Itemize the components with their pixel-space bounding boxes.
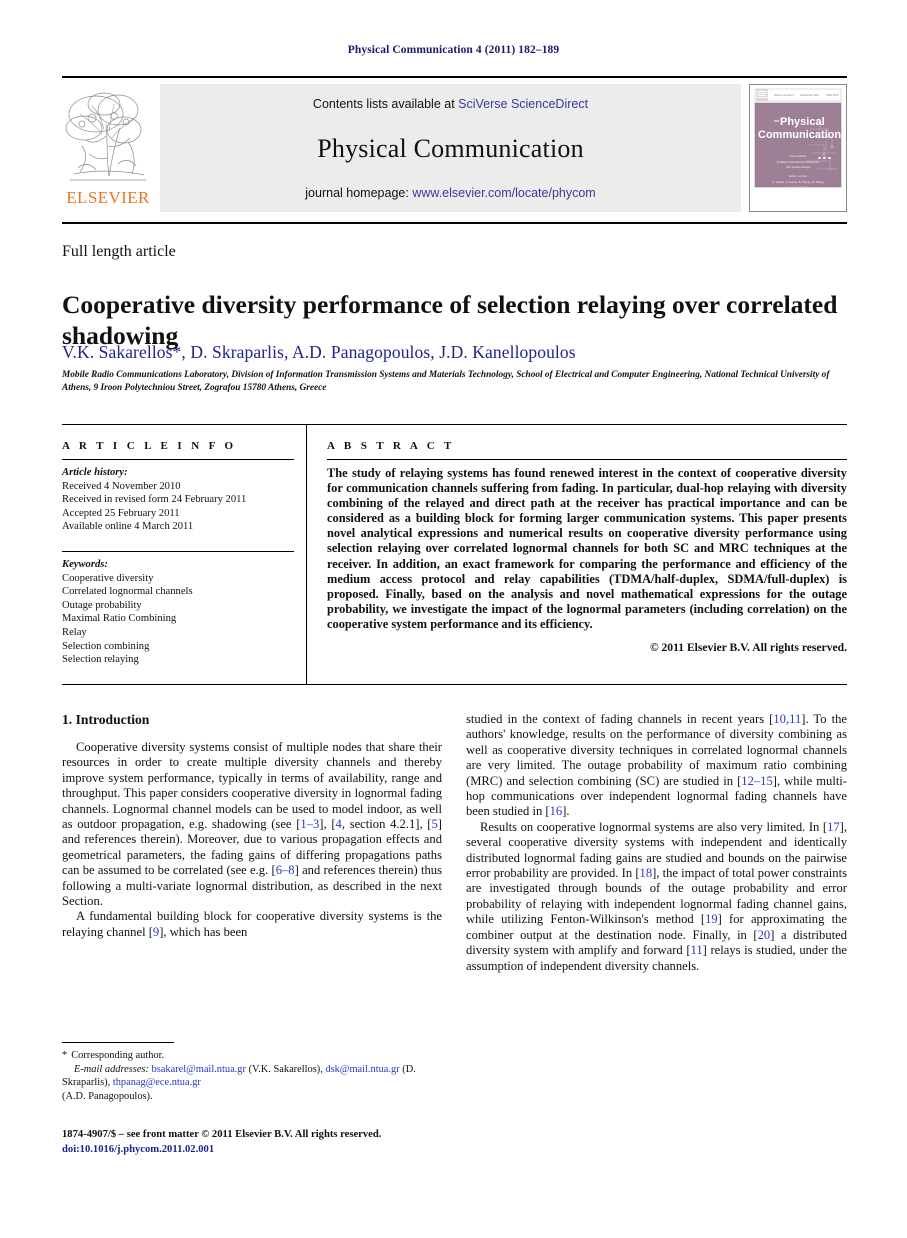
- section-title-introduction: 1. Introduction: [62, 712, 150, 727]
- info-abstract-divider: [306, 424, 307, 685]
- abstract-rule: [327, 459, 847, 460]
- paragraph-text: A fundamental building block for coopera…: [62, 909, 442, 939]
- svg-text:Physical: Physical: [780, 116, 825, 128]
- journal-homepage-link[interactable]: www.elsevier.com/locate/phycom: [412, 186, 595, 200]
- keyword-item: Correlated lognormal channels: [62, 586, 193, 598]
- elsevier-logo: ELSEVIER: [62, 84, 154, 214]
- citation-link[interactable]: 10,11: [773, 712, 801, 726]
- affiliation: Mobile Radio Communications Laboratory, …: [62, 370, 830, 393]
- citation-link[interactable]: 16: [550, 804, 563, 818]
- paragraph-text: , section 4.2.1], [: [341, 817, 432, 832]
- abstract-text: The study of relaying systems has found …: [327, 466, 847, 631]
- article-info-rule: [62, 459, 294, 460]
- keyword-item: Maximal Ratio Combining: [62, 613, 177, 625]
- keyword-item: Relay: [62, 626, 87, 638]
- svg-text:Guest Editors: Guest Editors: [790, 154, 808, 158]
- paragraph-text: ], [: [319, 817, 336, 832]
- citation-link[interactable]: 12–15: [741, 774, 772, 788]
- footnote-star: *: [62, 1050, 68, 1061]
- author-list: V.K. Sakarellos*, D. Skraparlis, A.D. Pa…: [62, 342, 576, 362]
- svg-text:Volume 4 Issue 3: Volume 4 Issue 3: [774, 93, 794, 97]
- citation-link[interactable]: 6–8: [276, 863, 295, 877]
- abstract-column: A B S T R A C T The study of relaying sy…: [327, 440, 847, 654]
- keywords-label: Keywords:: [62, 558, 108, 570]
- body-column-right: studied in the context of fading channel…: [466, 712, 847, 974]
- keyword-item: Cooperative diversity: [62, 572, 154, 584]
- paragraph: A fundamental building block for coopera…: [62, 909, 442, 940]
- email-addresses-label: E-mail addresses:: [74, 1063, 149, 1075]
- svg-text:with System Design: with System Design: [786, 165, 811, 169]
- svg-text:A. Swami, S. Kumar, B. Zheng,: A. Swami, S. Kumar, B. Zheng, W. Zhang: [772, 180, 824, 184]
- email-link[interactable]: dsk@mail.ntua.gr: [325, 1064, 399, 1075]
- contents-available-line: Contents lists available at SciVerse Sci…: [313, 97, 588, 111]
- keyword-item: Selection relaying: [62, 654, 139, 666]
- article-history-block: Article history: Received 4 November 201…: [62, 466, 294, 534]
- abstract-copyright: © 2011 Elsevier B.V. All rights reserved…: [649, 641, 847, 655]
- svg-text:Editor-in-Chief: Editor-in-Chief: [789, 174, 807, 178]
- paragraph-text: studied in the context of fading channel…: [466, 712, 774, 726]
- paragraph-text: ], which has been: [159, 924, 248, 939]
- abstract-heading: A B S T R A C T: [327, 440, 455, 452]
- masthead-bottom-rule: [62, 222, 847, 224]
- paragraph-text: Results on cooperative lognormal systems…: [480, 819, 828, 834]
- issn-copyright-line: 1874-4907/$ – see front matter © 2011 El…: [62, 1129, 382, 1140]
- keyword-item: Outage probability: [62, 599, 142, 611]
- email-owner: (V.K. Sakarellos),: [248, 1063, 323, 1075]
- corresponding-author-note: * Corresponding author. E-mail addresses:…: [62, 1049, 442, 1103]
- citation-link[interactable]: 18: [640, 866, 653, 880]
- homepage-prefix: journal homepage:: [305, 186, 413, 200]
- svg-text:Scalable Multi-Standard Hardwa: Scalable Multi-Standard Hardware: [777, 160, 820, 164]
- svg-text:Communication: Communication: [758, 129, 841, 141]
- doi-link[interactable]: doi:10.1016/j.phycom.2011.02.001: [62, 1142, 462, 1157]
- email-link[interactable]: thpanag@ece.ntua.gr: [113, 1077, 201, 1088]
- sciencedirect-link[interactable]: SciVerse ScienceDirect: [458, 97, 588, 111]
- running-head: Physical Communication 4 (2011) 182–189: [347, 44, 560, 56]
- citation-link[interactable]: 11: [691, 943, 703, 957]
- citation-link[interactable]: 17: [827, 820, 840, 834]
- svg-text:September 2011: September 2011: [800, 93, 820, 97]
- journal-title: Physical Communication: [317, 133, 584, 163]
- article-history-label: Article history:: [62, 467, 128, 478]
- email-link[interactable]: bsakarel@mail.ntua.gr: [152, 1064, 246, 1075]
- masthead-center-panel: Contents lists available at SciVerse Sci…: [160, 84, 741, 212]
- history-item: Available online 4 March 2011: [62, 521, 194, 533]
- keyword-item: Selection combining: [62, 640, 150, 652]
- journal-homepage-line: journal homepage: www.elsevier.com/locat…: [305, 186, 595, 200]
- journal-masthead: ELSEVIER Contents lists available at Sci…: [62, 76, 847, 214]
- footnote-block: * Corresponding author. E-mail addresses:…: [62, 1042, 442, 1103]
- body-column-left: 1. Introduction Cooperative diversity sy…: [62, 712, 442, 940]
- cover-artwork: Volume 4 Issue 3 September 2011 ISSN 187…: [750, 85, 846, 211]
- keywords-block: Keywords: Cooperative diversity Correlat…: [62, 558, 294, 667]
- email-owner: (A.D. Panagopoulos).: [62, 1090, 153, 1102]
- elsevier-tree-icon: [65, 92, 146, 181]
- journal-cover-thumbnail: Volume 4 Issue 3 September 2011 ISSN 187…: [749, 84, 847, 212]
- article-type-label: Full length article: [62, 243, 176, 260]
- elsevier-wordmark: ELSEVIER: [66, 188, 150, 207]
- paragraph: studied in the context of fading channel…: [466, 712, 847, 820]
- article-info-heading: A R T I C L E I N F O: [62, 440, 237, 452]
- paragraph-text: ].: [562, 804, 570, 819]
- paragraph: Results on cooperative lognormal systems…: [466, 820, 847, 974]
- imprint-block: 1874-4907/$ – see front matter © 2011 El…: [62, 1127, 462, 1157]
- svg-text:ISSN 1874: ISSN 1874: [826, 93, 839, 97]
- history-item: Accepted 25 February 2011: [62, 507, 180, 519]
- contents-prefix: Contents lists available at: [312, 97, 459, 111]
- citation-link[interactable]: 19: [705, 912, 718, 926]
- paragraph: Cooperative diversity systems consist of…: [62, 740, 442, 909]
- citation-link[interactable]: 1–3: [300, 817, 319, 831]
- footnote-rule: [62, 1042, 174, 1043]
- info-band-bottom-rule: [62, 684, 847, 685]
- info-band-top-rule: [62, 424, 847, 425]
- keywords-rule: [62, 550, 294, 552]
- citation-link[interactable]: 20: [758, 928, 771, 942]
- corresponding-author-label: Corresponding author.: [71, 1050, 165, 1061]
- history-item: Received 4 November 2010: [62, 480, 181, 492]
- history-item: Received in revised form 24 February 201…: [62, 494, 247, 506]
- article-info-column: A R T I C L E I N F O Article history: R…: [62, 440, 294, 667]
- journal-article-page: Physical Communication 4 (2011) 182–189: [0, 0, 907, 1238]
